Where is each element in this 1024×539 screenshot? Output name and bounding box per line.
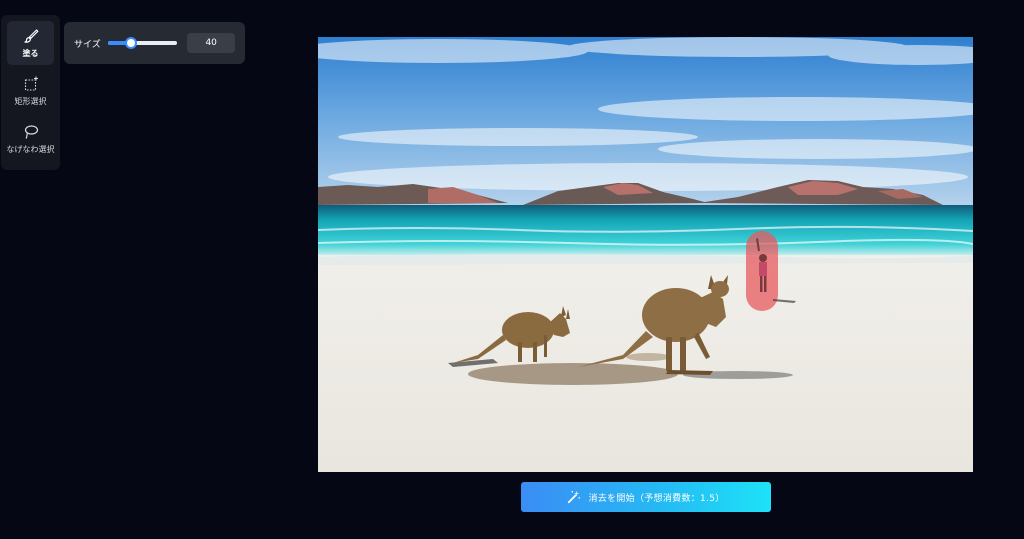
tool-label-brush: 塗る xyxy=(22,48,39,58)
size-slider[interactable] xyxy=(107,36,178,50)
start-erase-label: 消去を開始（予想消費数：1.5） xyxy=(588,493,725,504)
tool-palette: 塗る 矩形選択 なげなわ選択 xyxy=(1,15,60,170)
slider-thumb[interactable] xyxy=(124,37,137,49)
beach xyxy=(318,255,973,472)
lasso-icon xyxy=(24,124,38,139)
magic-wand-icon xyxy=(568,490,581,504)
brush-icon xyxy=(23,28,38,43)
start-erase-button[interactable]: 消去を開始（予想消費数：1.5） xyxy=(521,482,771,512)
tool-lasso[interactable]: なげなわ選択 xyxy=(6,117,55,161)
size-panel: サイズ 40 xyxy=(64,22,245,64)
tool-brush[interactable]: 塗る xyxy=(7,21,54,65)
tool-rect-select[interactable]: 矩形選択 xyxy=(7,69,54,113)
size-label: サイズ xyxy=(74,39,101,50)
size-value-field[interactable]: 40 xyxy=(187,33,236,53)
tool-label-lasso: なげなわ選択 xyxy=(6,144,55,154)
tool-label-rect-select: 矩形選択 xyxy=(14,96,47,106)
image-canvas[interactable] xyxy=(318,37,973,472)
rect-select-icon xyxy=(24,76,38,91)
seaweed-patch xyxy=(468,363,678,385)
